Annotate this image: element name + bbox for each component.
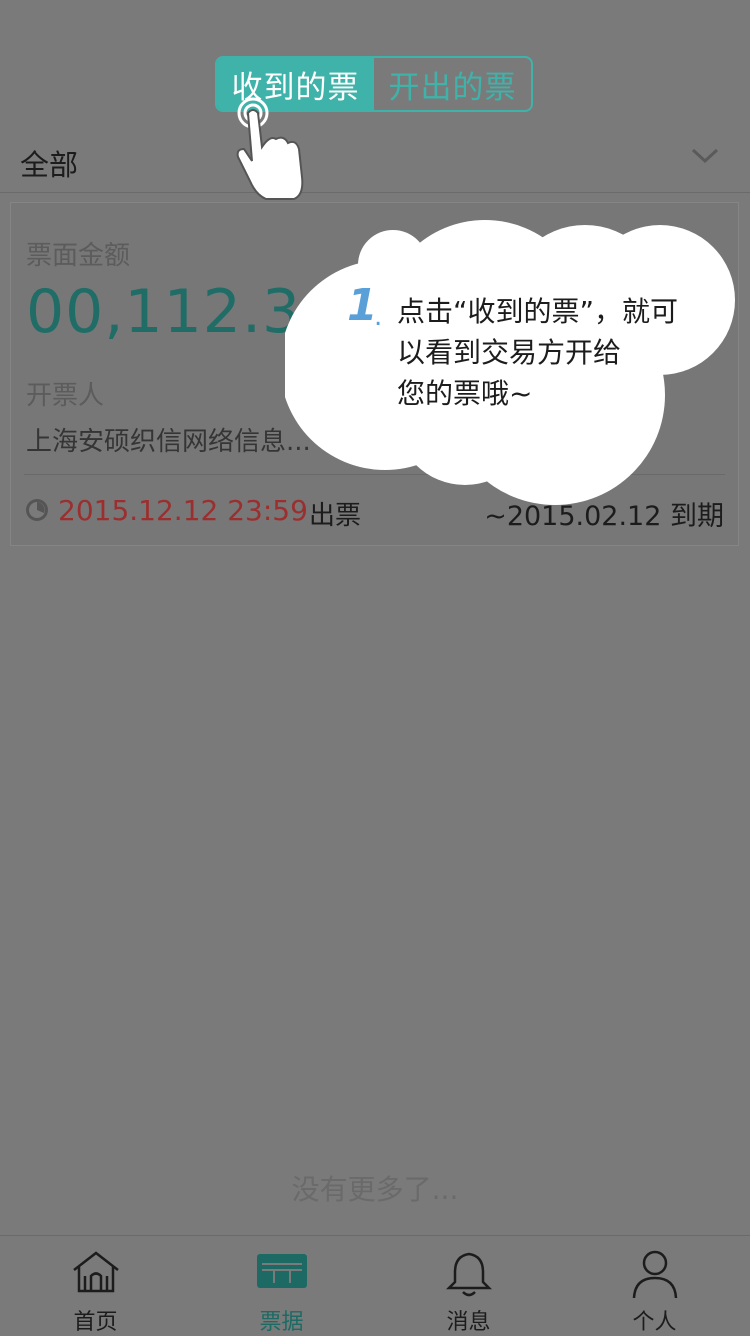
chevron-down-icon: [691, 148, 719, 164]
amount-label: 票面金额: [26, 241, 131, 271]
tooltip-step-dot: .: [374, 302, 383, 332]
ticket-icon: [256, 1254, 307, 1288]
tab-messages[interactable]: 消息: [375, 1236, 562, 1335]
tab-label: 消息: [446, 1310, 491, 1335]
issuer-name: 上海安硕织信网络信息...: [26, 427, 311, 457]
clock-icon: [26, 499, 48, 521]
bell-icon: [445, 1252, 492, 1297]
bottom-tab-bar: 首页 票据 消息 个人: [0, 1235, 750, 1335]
person-icon: [632, 1250, 677, 1299]
tab-profile[interactable]: 个人: [561, 1236, 748, 1335]
tooltip-line: 点击“收到的票”，就可: [397, 295, 679, 328]
tab-tickets[interactable]: 票据: [188, 1236, 375, 1335]
issue-date: 2015.12.12 23:59: [58, 494, 308, 527]
tab-label: 首页: [73, 1310, 118, 1335]
tooltip-text: 点击“收到的票”，就可 以看到交易方开给 您的票哦~: [397, 291, 707, 414]
tab-issued-tickets[interactable]: 开出的票: [374, 58, 531, 110]
home-icon: [72, 1251, 119, 1293]
tab-label: 票据: [259, 1310, 304, 1335]
issuer-label: 开票人: [26, 381, 105, 411]
tap-hand-icon: [236, 97, 304, 200]
tooltip-line: 您的票哦~: [397, 377, 533, 410]
tab-home[interactable]: 首页: [2, 1236, 189, 1335]
tooltip-line: 以看到交易方开给: [397, 336, 622, 369]
filter-dropdown[interactable]: 全部: [0, 128, 750, 193]
filter-label: 全部: [20, 148, 79, 182]
no-more-text: 没有更多了...: [291, 1173, 459, 1206]
tab-label: 个人: [632, 1310, 677, 1335]
